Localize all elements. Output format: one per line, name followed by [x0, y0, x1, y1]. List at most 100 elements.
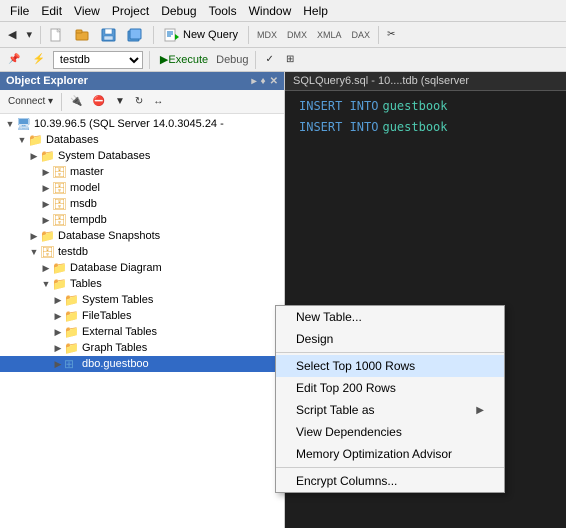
oe-sync-btn[interactable]: ↔	[149, 94, 167, 109]
expand-external-tables[interactable]: ▶	[52, 327, 64, 338]
diagrams-label: Database Diagram	[70, 262, 162, 274]
auto-hide-icon[interactable]: ♦	[261, 76, 266, 87]
expand-msdb[interactable]: ▶	[40, 199, 52, 210]
tree-model[interactable]: ▶ 🗄 model	[0, 180, 284, 196]
ctx-script-table-as[interactable]: Script Table as ▶	[276, 399, 504, 421]
msdb-label: msdb	[70, 198, 97, 210]
menu-tools[interactable]: Tools	[203, 2, 243, 20]
back-button[interactable]: ◀	[4, 25, 20, 44]
oe-tree: ▼ 🖥 10.39.96.5 (SQL Server 14.0.3045.24 …	[0, 114, 284, 528]
oe-disconnect-icon-btn[interactable]: ⛔	[89, 94, 109, 109]
tree-db-snapshots[interactable]: ▶ 📁 Database Snapshots	[0, 228, 284, 244]
dax-button[interactable]: DAX	[348, 27, 375, 43]
oe-header-icons: ▸ ♦ ✕	[251, 76, 278, 87]
expand-graph-tables[interactable]: ▶	[52, 343, 64, 354]
forward-button[interactable]: ▾	[22, 25, 36, 44]
object-explorer: Object Explorer ▸ ♦ ✕ Connect ▾ 🔌 ⛔ ▼ ↻ …	[0, 72, 285, 528]
sql-line-2: INSERT INTO guestbook	[291, 118, 560, 137]
tree-msdb[interactable]: ▶ 🗄 msdb	[0, 196, 284, 212]
external-tables-icon: 📁	[64, 325, 80, 339]
tempdb-db-icon: 🗄	[52, 213, 68, 227]
open-button[interactable]	[71, 25, 95, 45]
ctx-select-top-1000[interactable]: Select Top 1000 Rows	[276, 355, 504, 377]
xmla-button[interactable]: XMLA	[313, 27, 346, 43]
oe-refresh-btn[interactable]: ↻	[131, 94, 147, 109]
disconnect-button[interactable]: ⚡	[28, 51, 48, 68]
oe-filter-btn[interactable]: ▼	[111, 94, 129, 109]
master-db-icon: 🗄	[52, 165, 68, 179]
system-dbs-label: System Databases	[58, 150, 150, 162]
menu-project[interactable]: Project	[106, 2, 155, 20]
save-button[interactable]	[97, 25, 121, 45]
expand-databases[interactable]: ▼	[16, 135, 28, 145]
new-query-label: New Query	[183, 29, 238, 41]
ctx-design[interactable]: Design	[276, 328, 504, 350]
ctx-encrypt-columns[interactable]: Encrypt Columns...	[276, 470, 504, 492]
tree-graph-tables[interactable]: ▶ 📁 Graph Tables	[0, 340, 284, 356]
menu-file[interactable]: File	[4, 2, 35, 20]
tree-databases[interactable]: ▼ 📁 Databases	[0, 132, 284, 148]
menu-view[interactable]: View	[68, 2, 106, 20]
oe-connect-btn[interactable]: Connect ▾	[4, 94, 57, 109]
tree-db-diagrams[interactable]: ▶ 📁 Database Diagram	[0, 260, 284, 276]
tables-icon: 📁	[52, 277, 68, 291]
sql-kw-insert-2: INSERT INTO	[299, 118, 378, 137]
expand-system-dbs[interactable]: ▶	[28, 151, 40, 162]
ctx-edit-top-200[interactable]: Edit Top 200 Rows	[276, 377, 504, 399]
menu-help[interactable]: Help	[297, 2, 334, 20]
expand-sys-tables[interactable]: ▶	[52, 295, 64, 306]
tree-external-tables[interactable]: ▶ 📁 External Tables	[0, 324, 284, 340]
expand-tempdb[interactable]: ▶	[40, 215, 52, 226]
separator-4	[378, 26, 379, 44]
save-all-button[interactable]	[123, 25, 149, 45]
tree-server[interactable]: ▼ 🖥 10.39.96.5 (SQL Server 14.0.3045.24 …	[0, 116, 284, 132]
execute-label: Execute	[168, 54, 208, 66]
expand-tables[interactable]: ▼	[40, 279, 52, 289]
new-button[interactable]	[45, 25, 69, 45]
tempdb-label: tempdb	[70, 214, 107, 226]
cut-button[interactable]: ✂	[383, 26, 399, 43]
file-tables-icon: 📁	[64, 309, 80, 323]
oe-connect-icon-btn[interactable]: 🔌	[66, 94, 86, 109]
testdb-icon: 🗄	[40, 245, 56, 259]
model-db-icon: 🗄	[52, 181, 68, 195]
grid-button[interactable]: ⊞	[282, 51, 298, 68]
tree-tempdb[interactable]: ▶ 🗄 tempdb	[0, 212, 284, 228]
ctx-new-table[interactable]: New Table...	[276, 306, 504, 328]
menu-debug[interactable]: Debug	[155, 2, 202, 20]
menu-edit[interactable]: Edit	[35, 2, 68, 20]
tree-system-dbs[interactable]: ▶ 📁 System Databases	[0, 148, 284, 164]
tree-system-tables[interactable]: ▶ 📁 System Tables	[0, 292, 284, 308]
new-query-button[interactable]: New Query	[158, 25, 244, 45]
testdb-label: testdb	[58, 246, 88, 258]
expand-server[interactable]: ▼	[4, 119, 16, 129]
expand-file-tables[interactable]: ▶	[52, 311, 64, 322]
dmx-button[interactable]: DMX	[283, 27, 311, 43]
expand-diagrams[interactable]: ▶	[40, 263, 52, 274]
separator-6	[255, 51, 256, 69]
execute-button[interactable]: ▶ Execute	[156, 50, 212, 69]
tree-tables[interactable]: ▼ 📁 Tables	[0, 276, 284, 292]
check-button[interactable]: ✓	[262, 51, 278, 68]
tree-file-tables[interactable]: ▶ 📁 FileTables	[0, 308, 284, 324]
main-toolbar: ◀ ▾ New Query	[0, 22, 566, 48]
tree-testdb[interactable]: ▼ 🗄 testdb	[0, 244, 284, 260]
ctx-memory-optimization[interactable]: Memory Optimization Advisor	[276, 443, 504, 465]
pin-icon[interactable]: ▸	[251, 76, 256, 87]
expand-snapshots[interactable]: ▶	[28, 231, 40, 242]
database-selector[interactable]: testdb	[53, 51, 143, 69]
expand-model[interactable]: ▶	[40, 183, 52, 194]
query-icon	[164, 28, 180, 42]
expand-testdb[interactable]: ▼	[28, 247, 40, 257]
mdx-button[interactable]: MDX	[253, 27, 281, 43]
sql-tab[interactable]: SQLQuery6.sql - 10....tdb (sqlserver	[285, 72, 566, 91]
close-icon[interactable]: ✕	[270, 76, 278, 87]
master-label: master	[70, 166, 104, 178]
expand-guestbook[interactable]: ▶	[52, 359, 64, 370]
menu-window[interactable]: Window	[243, 2, 298, 20]
expand-master[interactable]: ▶	[40, 167, 52, 178]
ctx-view-dependencies[interactable]: View Dependencies	[276, 421, 504, 443]
pin-button[interactable]: 📌	[4, 51, 24, 68]
tree-master[interactable]: ▶ 🗄 master	[0, 164, 284, 180]
tree-guestbook[interactable]: ▶ ⊞ dbo.guestboo	[0, 356, 284, 372]
